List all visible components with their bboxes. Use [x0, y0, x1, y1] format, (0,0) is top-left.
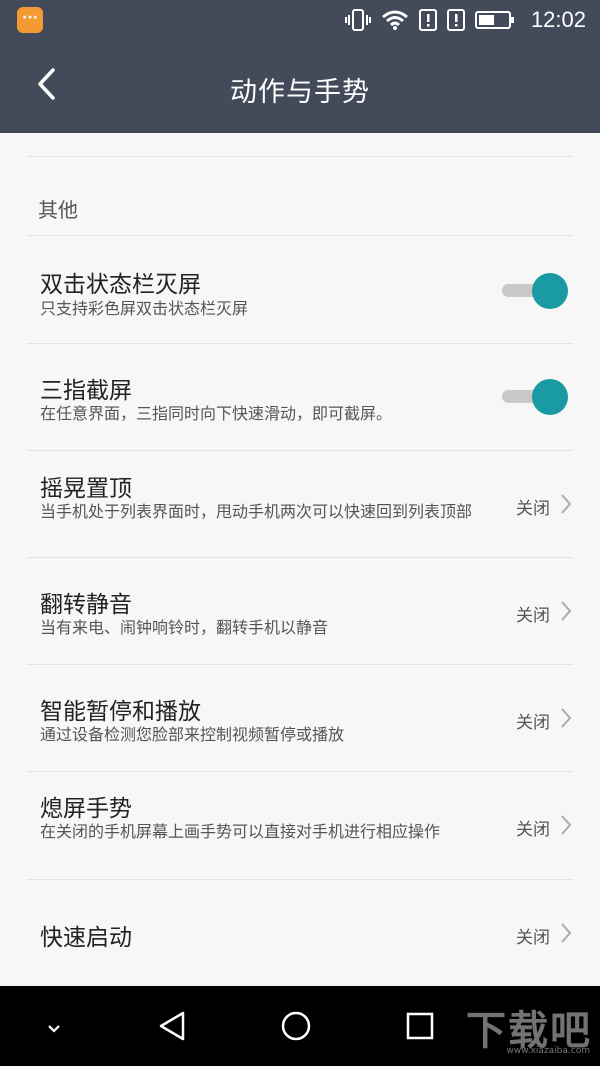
- nav-back-button[interactable]: [150, 1006, 194, 1050]
- setting-title: 翻转静音: [40, 592, 132, 618]
- setting-title: 智能暂停和播放: [40, 699, 201, 725]
- chevron-right-icon: [560, 493, 572, 519]
- setting-value-text: 关闭: [516, 712, 550, 733]
- setting-value-text: 关闭: [516, 605, 550, 626]
- setting-title: 摇晃置顶: [40, 476, 132, 502]
- setting-description: 在关闭的手机屏幕上画手势可以直接对手机进行相应操作: [40, 822, 441, 841]
- page-title: 动作与手势: [230, 77, 370, 108]
- setting-description: 通过设备检测您脸部来控制视频暂停或播放: [40, 725, 345, 744]
- setting-value[interactable]: 关闭: [516, 600, 572, 626]
- setting-value-text: 关闭: [516, 498, 550, 519]
- setting-row-shake-to-top[interactable]: 摇晃置顶 当手机处于列表界面时，甩动手机两次可以快速回到列表顶部 关闭: [0, 451, 600, 557]
- setting-value[interactable]: 关闭: [516, 922, 572, 948]
- settings-list: 其他 双击状态栏灭屏 只支持彩色屏双击状态栏灭屏 三指截屏 在任意界面，三指同时…: [0, 133, 600, 986]
- home-circle-icon: [280, 1010, 312, 1046]
- toggle-knob: [532, 273, 568, 309]
- setting-title: 快速启动: [40, 925, 132, 951]
- back-triangle-icon: [157, 1010, 187, 1046]
- chevron-right-icon: [560, 707, 572, 733]
- section-label: 其他: [38, 198, 78, 222]
- chevron-right-icon: [560, 600, 572, 626]
- setting-value[interactable]: 关闭: [516, 493, 572, 519]
- setting-value-text: 关闭: [516, 927, 550, 948]
- toggle-knob: [532, 379, 568, 415]
- sim-alert-icon: [446, 9, 465, 31]
- navigation-bar: 下载吧 www.xiazaiba.com: [0, 986, 600, 1066]
- setting-title: 熄屏手势: [40, 796, 132, 822]
- setting-title: 双击状态栏灭屏: [40, 272, 201, 298]
- setting-row-flip-to-mute[interactable]: 翻转静音 当有来电、闹钟响铃时，翻转手机以静音 关闭: [0, 558, 600, 664]
- chevron-right-icon: [560, 922, 572, 948]
- app-bar: 动作与手势: [0, 40, 600, 133]
- setting-row-quick-launch[interactable]: 快速启动 关闭: [0, 880, 600, 986]
- recents-square-icon: [405, 1011, 435, 1045]
- nav-home-button[interactable]: [274, 1006, 318, 1050]
- setting-description: 当手机处于列表界面时，甩动手机两次可以快速回到列表顶部: [40, 502, 473, 521]
- setting-row-smart-pause-play[interactable]: 智能暂停和播放 通过设备检测您脸部来控制视频暂停或播放 关闭: [0, 665, 600, 771]
- status-bar: ··· 12:02: [0, 0, 600, 40]
- status-time: 12:02: [530, 7, 586, 32]
- vibrate-icon: [344, 9, 371, 31]
- setting-description: 在任意界面，三指同时向下快速滑动，即可截屏。: [40, 404, 393, 423]
- status-icons: 12:02: [344, 0, 586, 40]
- nav-recents-button[interactable]: [398, 1006, 442, 1050]
- toggle-switch[interactable]: [502, 377, 568, 417]
- setting-description: 只支持彩色屏双击状态栏灭屏: [40, 299, 249, 318]
- wifi-icon: [381, 9, 409, 31]
- battery-icon: [474, 9, 515, 31]
- app-notification-icon: ···: [17, 7, 43, 33]
- setting-value-text: 关闭: [516, 819, 550, 840]
- sim-alert-icon: [418, 9, 437, 31]
- setting-title: 三指截屏: [40, 378, 132, 404]
- setting-value[interactable]: 关闭: [516, 707, 572, 733]
- chevron-down-icon: [46, 1019, 62, 1038]
- hide-nav-button[interactable]: [32, 1006, 76, 1050]
- setting-row-double-tap-statusbar[interactable]: 双击状态栏灭屏 只支持彩色屏双击状态栏灭屏: [0, 236, 600, 343]
- setting-description: 当有来电、闹钟响铃时，翻转手机以静音: [40, 618, 329, 637]
- setting-row-three-finger-screenshot[interactable]: 三指截屏 在任意界面，三指同时向下快速滑动，即可截屏。: [0, 344, 600, 450]
- setting-value[interactable]: 关闭: [516, 814, 572, 840]
- divider: [27, 156, 573, 157]
- watermark-url: www.xiazaiba.com: [506, 1046, 590, 1056]
- toggle-switch[interactable]: [502, 271, 568, 311]
- setting-row-screen-off-gesture[interactable]: 熄屏手势 在关闭的手机屏幕上画手势可以直接对手机进行相应操作 关闭: [0, 772, 600, 879]
- chevron-right-icon: [560, 814, 572, 840]
